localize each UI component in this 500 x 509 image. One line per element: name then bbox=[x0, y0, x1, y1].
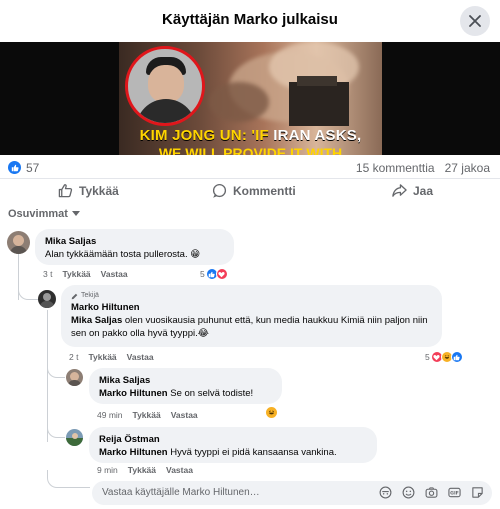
comment-text-body: olen vuosikausia puhunut että, kun media… bbox=[71, 315, 428, 339]
comment-like-button[interactable]: Tykkää bbox=[128, 465, 156, 475]
comment-author[interactable]: Mika Saljas bbox=[45, 235, 224, 248]
comment-button[interactable]: Kommentti bbox=[212, 183, 296, 198]
pencil-icon bbox=[71, 293, 78, 299]
comment-reply-button[interactable]: Vastaa bbox=[171, 410, 198, 420]
reaction-count: 5 bbox=[425, 352, 430, 362]
reply-input[interactable]: Vastaa käyttäjälle Marko Hiltunen… GIF bbox=[92, 481, 492, 505]
share-label: Jaa bbox=[413, 183, 434, 198]
like-count[interactable]: 57 bbox=[26, 161, 39, 175]
dialog-header: Käyttäjän Marko julkaisu bbox=[0, 0, 500, 42]
comment-time[interactable]: 2 t bbox=[69, 352, 78, 362]
comment-reactions[interactable] bbox=[265, 406, 278, 419]
like-reaction-icon bbox=[8, 161, 21, 174]
sticker-icon[interactable] bbox=[471, 486, 484, 499]
emoji-icon[interactable] bbox=[402, 486, 415, 499]
share-count[interactable]: 27 jakoa bbox=[445, 161, 490, 175]
svg-text:GIF: GIF bbox=[450, 491, 459, 497]
comment-like-button[interactable]: Tykkää bbox=[62, 269, 90, 279]
like-button[interactable]: Tykkää bbox=[58, 183, 119, 198]
comment-reply-button[interactable]: Vastaa bbox=[101, 269, 128, 279]
avatar[interactable] bbox=[38, 290, 56, 308]
share-button[interactable]: Jaa bbox=[392, 183, 433, 198]
avatar[interactable] bbox=[66, 369, 83, 386]
author-badge-label: Tekijä bbox=[81, 292, 99, 299]
author-badge: Tekijä bbox=[71, 291, 432, 301]
reaction-count: 5 bbox=[200, 269, 205, 279]
image-caption: KIM JONG UN: 'IF IRAN ASKS, bbox=[139, 127, 362, 144]
comment-label: Kommentti bbox=[233, 183, 296, 198]
comment-author[interactable]: Mika Saljas bbox=[99, 374, 272, 387]
mention-link[interactable]: Mika Saljas bbox=[71, 315, 122, 326]
close-icon bbox=[469, 15, 481, 27]
comment-share-counts[interactable]: 15 kommenttia 27 jakoa bbox=[356, 161, 490, 175]
comment-text: Mika Saljas olen vuosikausia puhunut ett… bbox=[71, 314, 432, 340]
camera-icon[interactable] bbox=[425, 486, 438, 499]
comment-text-body: Se on selvä todiste! bbox=[167, 388, 254, 399]
reply-placeholder: Vastaa käyttäjälle Marko Hiltunen… bbox=[102, 487, 260, 498]
post-image[interactable]: KIM JONG UN: 'IF IRAN ASKS, WE WILL PROV… bbox=[119, 42, 382, 155]
chevron-down-icon bbox=[71, 211, 80, 216]
reply-toolbar: GIF bbox=[379, 486, 484, 499]
share-icon bbox=[392, 184, 407, 197]
mention-link[interactable]: Marko Hiltunen bbox=[99, 388, 168, 399]
mention-link[interactable]: Marko Hiltunen bbox=[99, 447, 168, 458]
haha-reaction-icon bbox=[265, 406, 278, 419]
comment-sort-dropdown[interactable]: Osuvimmat bbox=[8, 208, 80, 220]
love-reaction-icon bbox=[215, 268, 228, 280]
thread-connector bbox=[18, 286, 38, 300]
comment-time[interactable]: 9 min bbox=[97, 465, 118, 475]
comment-text: Marko Hiltunen Hyvä tyyppi ei pidä kansa… bbox=[99, 446, 367, 459]
comment-reactions[interactable]: 5 bbox=[200, 268, 228, 280]
post-media[interactable]: KIM JONG UN: 'IF IRAN ASKS, WE WILL PROV… bbox=[0, 42, 500, 155]
comment-count[interactable]: 15 kommenttia bbox=[356, 161, 435, 175]
avatar[interactable] bbox=[66, 429, 83, 446]
comment-meta: 9 min Tykkää Vastaa bbox=[97, 465, 193, 475]
avatar-sticker-icon[interactable] bbox=[379, 486, 392, 499]
thread-connector bbox=[47, 364, 65, 378]
image-caption-line2: WE WILL PROVIDE IT WITH bbox=[158, 145, 343, 155]
comment-author[interactable]: Reija Östman bbox=[99, 433, 367, 446]
like-label: Tykkää bbox=[79, 183, 119, 198]
comment-reactions[interactable]: 5 bbox=[425, 351, 463, 363]
comment-bubble: Reija Östman Marko Hiltunen Hyvä tyyppi … bbox=[89, 427, 377, 463]
thread-connector bbox=[47, 470, 90, 488]
comment-reply-button[interactable]: Vastaa bbox=[127, 352, 154, 362]
comment-text: Alan tykkäämään tosta pullerosta. 😁 bbox=[45, 249, 201, 260]
comment-icon bbox=[212, 183, 227, 198]
comment-time[interactable]: 3 t bbox=[43, 269, 52, 279]
thread-connector bbox=[47, 424, 65, 438]
comment-text-body: Hyvä tyyppi ei pidä kansaansa vankina. bbox=[167, 447, 337, 458]
post-actions: Tykkää Kommentti Jaa bbox=[0, 178, 500, 204]
thread-line bbox=[47, 310, 48, 442]
comment-meta: 3 t Tykkää Vastaa bbox=[43, 269, 128, 279]
comment-bubble: Tekijä Marko Hiltunen Mika Saljas olen v… bbox=[61, 285, 442, 347]
like-reaction-icon bbox=[450, 351, 463, 363]
thumbs-up-icon bbox=[58, 184, 73, 198]
comment-like-button[interactable]: Tykkää bbox=[88, 352, 116, 362]
gif-icon[interactable]: GIF bbox=[448, 486, 461, 499]
comment-reply-button[interactable]: Vastaa bbox=[166, 465, 193, 475]
portrait-image bbox=[125, 46, 205, 126]
comment-bubble: Mika Saljas Alan tykkäämään tosta puller… bbox=[35, 229, 234, 265]
comment-author[interactable]: Marko Hiltunen bbox=[71, 301, 432, 314]
sort-label: Osuvimmat bbox=[8, 208, 68, 220]
comment-time[interactable]: 49 min bbox=[97, 410, 123, 420]
comment-meta: 2 t Tykkää Vastaa bbox=[69, 352, 154, 362]
post-stats: 57 15 kommenttia 27 jakoa bbox=[0, 155, 500, 179]
comment-meta: 49 min Tykkää Vastaa bbox=[97, 410, 198, 420]
avatar[interactable] bbox=[7, 231, 30, 254]
dialog-title: Käyttäjän Marko julkaisu bbox=[162, 11, 338, 28]
close-button[interactable] bbox=[460, 6, 490, 36]
comment-like-button[interactable]: Tykkää bbox=[133, 410, 161, 420]
comment-text: Marko Hiltunen Se on selvä todiste! bbox=[99, 387, 272, 400]
comment-bubble: Mika Saljas Marko Hiltunen Se on selvä t… bbox=[89, 368, 282, 404]
